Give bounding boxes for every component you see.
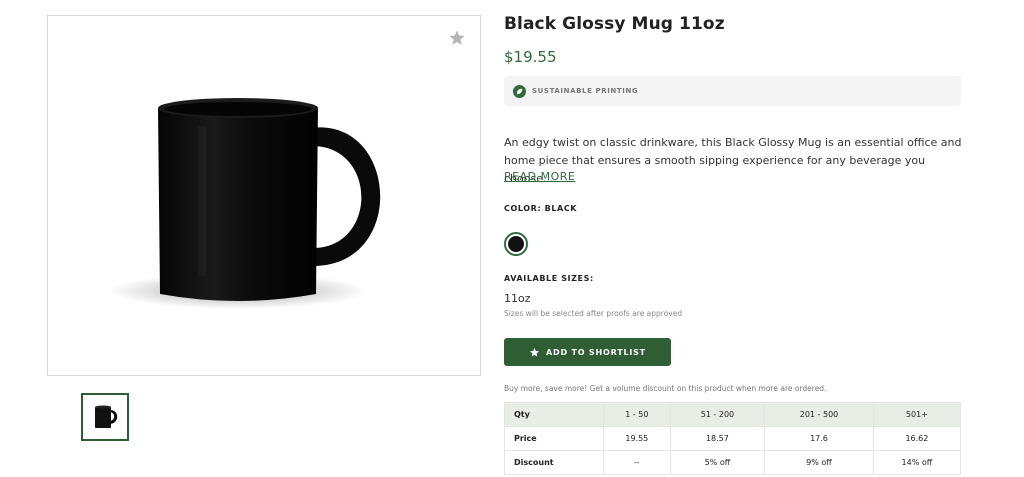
read-more-link[interactable]: READ MORE <box>504 170 575 183</box>
volume-discount-note: Buy more, save more! Get a volume discou… <box>504 384 827 393</box>
shortlist-label: ADD TO SHORTLIST <box>546 347 646 357</box>
product-image-panel <box>47 15 481 376</box>
table-header-cell: 501+ <box>872 402 962 427</box>
table-row: Discount -- 5% off 9% off 14% off <box>504 450 962 475</box>
sizes-label: AVAILABLE SIZES: <box>504 274 594 283</box>
table-header-cell: 1 - 50 <box>603 402 671 427</box>
table-cell: 9% off <box>764 450 874 475</box>
table-header-cell: 201 - 500 <box>764 402 874 427</box>
table-cell: 14% off <box>872 450 962 475</box>
thumbnail-1[interactable] <box>81 393 129 441</box>
swatch-fill <box>508 236 524 252</box>
add-to-shortlist-button[interactable]: ADD TO SHORTLIST <box>504 338 671 366</box>
table-cell: 17.6 <box>764 426 874 451</box>
table-row: Price 19.55 18.57 17.6 16.62 <box>504 426 962 451</box>
table-header-cell: 51 - 200 <box>669 402 766 427</box>
star-icon <box>529 347 540 357</box>
mug-thumbnail-icon <box>95 405 118 428</box>
table-cell: -- <box>603 450 671 475</box>
color-label: COLOR: BLACK <box>504 204 578 213</box>
table-header-row: Qty 1 - 50 51 - 200 201 - 500 501+ <box>504 402 962 427</box>
table-cell: 16.62 <box>872 426 962 451</box>
sustainable-label: SUSTAINABLE PRINTING <box>532 87 639 95</box>
product-image <box>108 98 381 309</box>
size-note: Sizes will be selected after proofs are … <box>504 309 683 318</box>
table-cell: 5% off <box>669 450 766 475</box>
color-swatch-black[interactable] <box>504 232 528 256</box>
favorite-button[interactable] <box>446 27 468 49</box>
size-value: 11oz <box>504 292 531 305</box>
sustainable-badge: SUSTAINABLE PRINTING <box>504 76 961 106</box>
leaf-icon <box>513 84 526 98</box>
table-cell: 19.55 <box>603 426 671 451</box>
product-title: Black Glossy Mug 11oz <box>504 14 725 34</box>
table-header-cell: Qty <box>504 402 604 427</box>
volume-discount-table: Qty 1 - 50 51 - 200 201 - 500 501+ Price… <box>504 402 962 475</box>
table-cell: 18.57 <box>669 426 766 451</box>
star-icon <box>449 30 465 45</box>
table-cell: Price <box>504 426 604 451</box>
table-cell: Discount <box>504 450 604 475</box>
product-price: $19.55 <box>504 48 557 66</box>
